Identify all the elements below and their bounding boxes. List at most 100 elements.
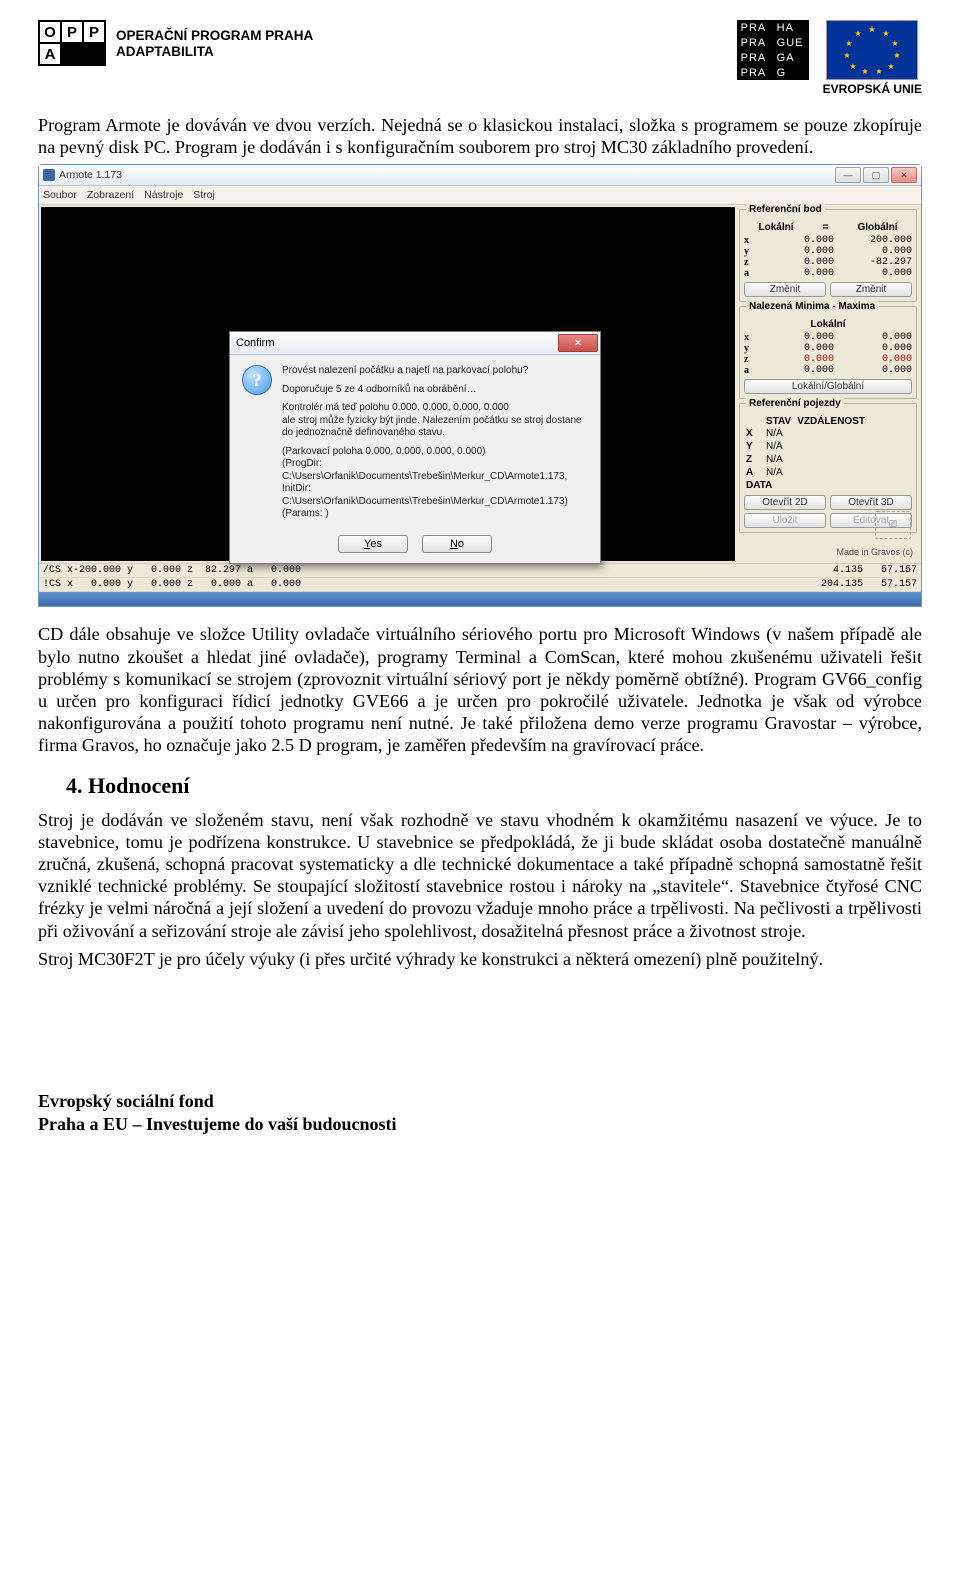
group-title: Referenční pojezdy <box>746 398 844 409</box>
value: 0.000 <box>760 246 834 257</box>
menu-item-tools[interactable]: Nástroje <box>144 189 183 201</box>
app-icon <box>43 169 55 181</box>
axis-label: Z <box>746 454 760 465</box>
value: 0.000 <box>760 354 834 365</box>
dialog-line: (Params: ) <box>282 508 329 519</box>
footer-line: Evropský sociální fond <box>38 1090 922 1113</box>
opp-title: OPERAČNÍ PROGRAM PRAHA ADAPTABILITA <box>116 20 313 60</box>
praha-cell: PRA <box>737 35 773 50</box>
praha-cell: G <box>773 65 809 80</box>
praha-cell: HA <box>773 20 809 35</box>
open-3d-button[interactable]: Otevřít 3D <box>830 495 912 510</box>
minmax-group: Nalezená Minima - Maxima Lokální x0.0000… <box>739 306 917 399</box>
viewport-3d[interactable]: Confirm ✕ ? Provést nalezení počátku a n… <box>41 207 735 561</box>
save-button[interactable]: Uložit <box>744 513 826 528</box>
praha-cell: PRA <box>737 65 773 80</box>
value: -82.297 <box>838 257 912 268</box>
opp-cell <box>61 43 83 65</box>
value: 0.000 <box>760 343 834 354</box>
app-body: Confirm ✕ ? Provést nalezení počátku a n… <box>39 205 921 563</box>
status-right: 204.135 57.157 <box>821 579 917 590</box>
dialog-line: (Parkovací poloha 0.000, 0.000, 0.000, 0… <box>282 446 485 457</box>
axis-label: x <box>744 332 756 343</box>
value: 0.000 <box>838 343 912 354</box>
window-titlebar[interactable]: Armote 1.173 — ▢ ✕ <box>39 165 921 186</box>
dialog-line: Provést nalezení počátku a najetí na par… <box>282 365 588 378</box>
opp-cell: A <box>39 43 61 65</box>
ref-point-group: Referenční bod Lokální = Globální x0.000… <box>739 209 917 302</box>
minimize-button[interactable]: — <box>835 167 861 183</box>
status-left: !CS x 0.000 y 0.000 z 0.000 a 0.000 <box>43 579 301 590</box>
side-filler: ⎚ Made in Gravos (c) <box>739 537 917 559</box>
praha-cell: GUE <box>773 35 809 50</box>
value: 0.000 <box>838 354 912 365</box>
body-paragraph: Stroj je dodáván ve složeném stavu, není… <box>38 809 922 942</box>
maximize-button[interactable]: ▢ <box>863 167 889 183</box>
dialog-titlebar[interactable]: Confirm ✕ <box>230 332 600 355</box>
change-global-button[interactable]: Změnit <box>830 282 912 297</box>
change-local-button[interactable]: Změnit <box>744 282 826 297</box>
dialog-line: Doporučuje 5 ze 4 odborníků na obrábění… <box>282 384 588 397</box>
page-footer: Evropský sociální fond Praha a EU – Inve… <box>38 1090 922 1135</box>
open-2d-button[interactable]: Otevřít 2D <box>744 495 826 510</box>
axis-label: z <box>744 257 756 268</box>
window-title: Armote 1.173 <box>59 169 122 181</box>
page-header: O P P A OPERAČNÍ PROGRAM PRAHA ADAPTABIL… <box>38 20 922 96</box>
group-title: Referenční bod <box>746 204 825 215</box>
status-bar: /CS x-200.000 y 0.000 z 82.297 a 0.000 4… <box>39 563 921 592</box>
opp-cell <box>83 43 105 65</box>
value: 0.000 <box>838 332 912 343</box>
dialog-no-button[interactable]: No <box>422 535 492 553</box>
value: 0.000 <box>760 332 834 343</box>
value: 0.000 <box>838 365 912 376</box>
axis-label: A <box>746 467 760 478</box>
menu-bar: Soubor Zobrazení Nástroje Stroj <box>39 186 921 205</box>
value: 0.000 <box>760 257 834 268</box>
axis-label: a <box>744 268 756 279</box>
confirm-dialog: Confirm ✕ ? Provést nalezení počátku a n… <box>229 331 601 564</box>
praha-cell: PRA <box>737 20 773 35</box>
taskbar-strip <box>39 592 921 606</box>
value: 0.000 <box>838 268 912 279</box>
menu-item-machine[interactable]: Stroj <box>193 189 215 201</box>
col-header: VZDÁLENOST <box>797 416 865 427</box>
axis-label: z <box>744 354 756 365</box>
close-button[interactable]: ✕ <box>891 167 917 183</box>
body-paragraph: Program Armote je dováván ve dvou verzíc… <box>38 114 922 158</box>
dialog-yes-button[interactable]: Yes <box>338 535 408 553</box>
dialog-line: Kontrolér má teď polohu 0.000, 0.000, 0.… <box>282 402 509 413</box>
body-paragraph: CD dále obsahuje ve složce Utility ovlad… <box>38 623 922 756</box>
question-icon: ? <box>242 365 272 395</box>
opp-logo: O P P A <box>38 20 106 66</box>
header-right: PRA HA PRA GUE PRA GA PRA G ★ ★ ★ ★ ★ <box>737 20 922 96</box>
armote-window: Armote 1.173 — ▢ ✕ Soubor Zobrazení Nást… <box>38 164 922 607</box>
sub-header: Lokální <box>810 319 845 330</box>
opp-cell: P <box>83 21 105 43</box>
value: 0.000 <box>760 235 834 246</box>
axis-label: y <box>744 246 756 257</box>
col-header: Lokální <box>759 222 794 233</box>
menu-item-view[interactable]: Zobrazení <box>87 189 134 201</box>
value: N/A <box>766 441 910 452</box>
data-label: DATA <box>746 480 772 491</box>
praha-cell: PRA <box>737 50 773 65</box>
value: 0.000 <box>838 246 912 257</box>
value: N/A <box>766 428 910 439</box>
axis-label: a <box>744 365 756 376</box>
menu-item-file[interactable]: Soubor <box>43 189 77 201</box>
dialog-line: (ProgDir: C:\Users\Orfanik\Documents\Tre… <box>282 458 568 507</box>
col-header: STAV <box>766 416 791 427</box>
axis-label: X <box>746 428 760 439</box>
body-paragraph: Stroj MC30F2T je pro účely výuky (i přes… <box>38 948 922 970</box>
axis-label: Y <box>746 441 760 452</box>
dialog-close-button[interactable]: ✕ <box>558 334 598 352</box>
praha-cell: GA <box>773 50 809 65</box>
side-panel: Referenční bod Lokální = Globální x0.000… <box>737 207 919 561</box>
local-global-button[interactable]: Lokální/Globální <box>744 379 912 394</box>
value: N/A <box>766 467 910 478</box>
section-heading: 4. Hodnocení <box>66 773 922 799</box>
eu-logo-block: ★ ★ ★ ★ ★ ★ ★ ★ ★ ★ ★ ★ EVROPSKÁ UNIE <box>823 20 922 96</box>
made-in-label: Made in Gravos (c) <box>836 547 913 557</box>
value: N/A <box>766 454 910 465</box>
col-header: = <box>823 222 829 233</box>
